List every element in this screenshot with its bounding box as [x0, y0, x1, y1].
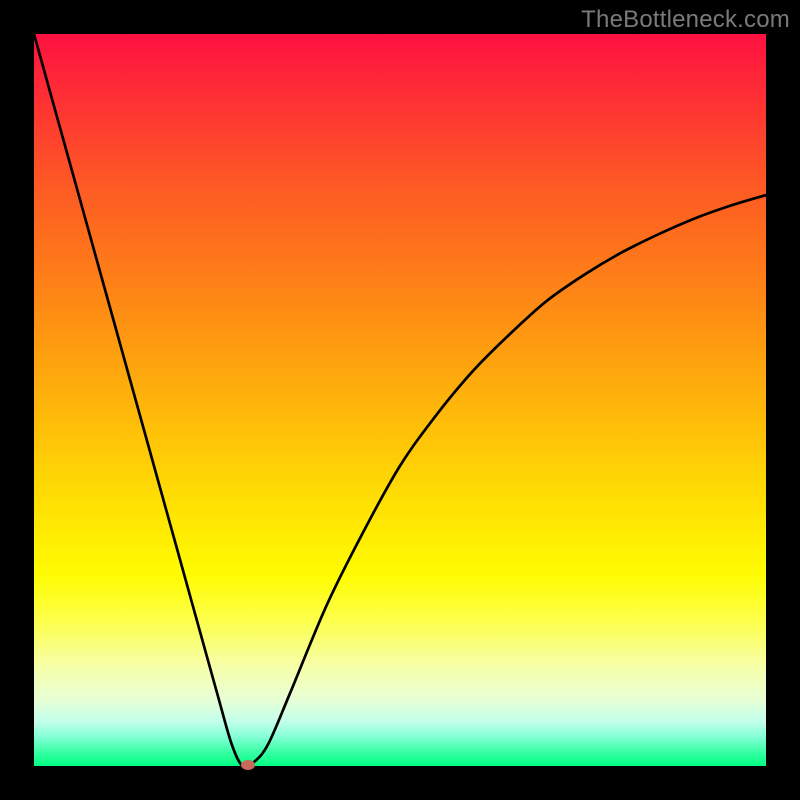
watermark-text: TheBottleneck.com: [581, 6, 790, 34]
optimal-point-marker: [241, 760, 255, 770]
plot-area: [34, 34, 766, 766]
chart-frame: TheBottleneck.com: [0, 0, 800, 800]
curve-svg: [34, 34, 766, 766]
bottleneck-curve: [34, 34, 766, 767]
